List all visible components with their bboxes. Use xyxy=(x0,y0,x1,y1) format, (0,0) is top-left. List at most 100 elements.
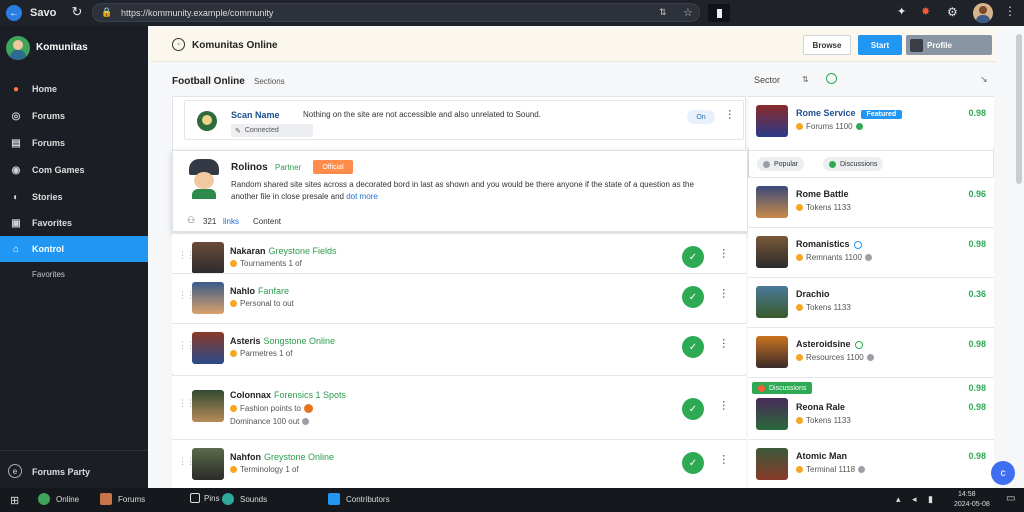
community-icon: ◦ xyxy=(172,38,185,51)
volume-icon[interactable]: ◂ xyxy=(912,494,917,505)
menu-icon[interactable]: ⋮ xyxy=(1004,4,1016,18)
kebab-icon[interactable]: ... xyxy=(720,338,735,349)
sidebar-item-forums[interactable]: ◎ Forums xyxy=(0,103,148,129)
bookmark-icon[interactable] xyxy=(708,4,730,22)
check-icon[interactable]: ✓ xyxy=(682,286,704,308)
kebab-icon[interactable]: ... xyxy=(720,454,735,465)
scrollbar[interactable] xyxy=(1016,34,1022,184)
coin-icon xyxy=(796,466,803,474)
clock-time: 14:58 xyxy=(958,491,976,498)
sidebar-item-forums-list[interactable]: ▤ Forums xyxy=(0,130,148,156)
taskbar-label: Sounds xyxy=(240,494,268,504)
right-list-item[interactable]: Atomic Man Terminal 1118 0.98 xyxy=(748,439,994,488)
sidebar: Komunitas ● Home ◎ Forums ▤ Forums ◉ Com Gam… xyxy=(0,26,148,488)
back-icon[interactable]: ← xyxy=(6,5,22,21)
row-name[interactable]: Nahlo xyxy=(230,286,255,296)
sidebar-item-favorites[interactable]: ▣ Favorites xyxy=(0,210,148,236)
right-item-sub: Tokens 1133 xyxy=(806,303,851,312)
notification-center-icon[interactable]: ▭ xyxy=(1006,493,1015,504)
taskbar-item[interactable]: Sounds xyxy=(222,493,267,505)
sidebar-item-kontrol[interactable]: ⌂ Kontrol xyxy=(0,236,148,262)
sidebar-item-home[interactable]: ● Home xyxy=(0,76,148,102)
right-item-value: 0.98 xyxy=(968,108,986,118)
popup-text: Random shared site sites across a decora… xyxy=(231,179,741,191)
right-list-item[interactable]: Asteroidsine Resources 1100 0.98 xyxy=(748,327,994,377)
refresh-icon[interactable]: ↻ xyxy=(69,4,85,20)
collapse-icon[interactable]: ↘ xyxy=(980,74,988,85)
divider xyxy=(0,450,148,451)
coin-icon xyxy=(796,254,803,262)
profile-button[interactable]: Profile xyxy=(906,35,992,55)
extensions-icon[interactable]: ✦ xyxy=(897,5,906,18)
list-item[interactable]: ⋮⋮ Colonnax Forensics 1 Spots Fashion poi… xyxy=(172,375,746,439)
row-name[interactable]: Nahfon xyxy=(230,452,261,462)
settings-icon[interactable]: ⚙ xyxy=(947,5,958,19)
taskbar-item[interactable]: Forums xyxy=(100,493,145,505)
right-list-item[interactable]: Romanistics Remnants 1100 0.98 xyxy=(748,227,994,277)
taskbar-item[interactable]: Pins xyxy=(190,493,220,503)
popup-text-second: another file in close presale and xyxy=(231,192,344,201)
app-icon xyxy=(328,493,340,505)
right-list-item[interactable]: Discussions 0.98 Reona Rale Tokens 1133 … xyxy=(748,377,994,439)
composer-kebab-icon[interactable]: ... xyxy=(726,109,741,120)
sidebar-subitem[interactable]: Favorites xyxy=(32,270,65,279)
right-list-item[interactable]: Rome Service Featured Forums 1100 0.98 xyxy=(748,97,994,147)
list-item[interactable]: ⋮⋮ Asteris Songstone Online Parmetres 1 o… xyxy=(172,323,746,373)
right-item-value: 0.98 xyxy=(968,339,986,349)
notification-icon[interactable]: ✸ xyxy=(921,5,930,18)
right-item-name[interactable]: Romanistics xyxy=(796,239,850,249)
chat-fab-icon[interactable]: c xyxy=(991,461,1015,485)
row-name[interactable]: Nakaran xyxy=(230,246,266,256)
section-title: Football Online xyxy=(172,76,245,87)
sidebar-item-games[interactable]: ◉ Com Games xyxy=(0,157,148,183)
sidebar-item-stories[interactable]: ◐ Stories xyxy=(0,184,148,210)
kebab-icon[interactable]: ... xyxy=(720,288,735,299)
list-item[interactable]: ⋮⋮ Nahfon Greystone Online Terminology 1 … xyxy=(172,439,746,488)
right-item-name[interactable]: Drachio xyxy=(796,289,830,299)
kebab-icon[interactable]: ... xyxy=(720,400,735,411)
star-icon[interactable]: ☆ xyxy=(683,6,693,19)
taskbar-item[interactable]: Online xyxy=(38,493,79,505)
start-button[interactable]: Start xyxy=(858,35,902,55)
refresh-green-icon[interactable] xyxy=(826,73,837,84)
sort-label: Sector xyxy=(754,75,781,85)
popup-link[interactable]: dot more xyxy=(346,192,378,201)
right-list-item[interactable]: Drachio Tokens 1133 0.36 xyxy=(748,277,994,327)
composer[interactable]: Scan Name Nothing on the site are not ac… xyxy=(184,100,744,140)
row-name[interactable]: Asteris xyxy=(230,336,261,346)
user-avatar[interactable] xyxy=(973,3,993,23)
battery-icon[interactable]: ▮ xyxy=(928,494,933,505)
composer-toggle[interactable]: On xyxy=(687,110,715,124)
sidebar-footer-label[interactable]: Forums Party xyxy=(32,467,90,477)
list-item[interactable]: ⋮⋮ Nahlo Fanfare Personal to out ✓ ... xyxy=(172,273,746,323)
composer-chip[interactable]: ✎ Connected xyxy=(231,124,313,137)
taskbar-item[interactable]: Contributors xyxy=(328,493,390,505)
discussions-chip[interactable]: Discussions xyxy=(752,382,813,394)
share-icon[interactable]: ⇅ xyxy=(659,7,667,18)
right-item-name[interactable]: Asteroidsine xyxy=(796,339,851,349)
chip-discussions[interactable]: Discussions xyxy=(823,157,884,171)
start-menu-icon[interactable]: ⊞ xyxy=(10,494,19,507)
kebab-icon[interactable]: ... xyxy=(720,248,735,259)
right-item-name[interactable]: Reona Rale xyxy=(796,402,845,412)
check-icon[interactable]: ✓ xyxy=(682,336,704,358)
taskbar-label: Forums xyxy=(118,494,146,504)
browse-button[interactable]: Browse xyxy=(803,35,851,55)
right-item-name[interactable]: Rome Service xyxy=(796,108,856,118)
network-icon[interactable]: ▴ xyxy=(896,494,901,505)
sort-arrows-icon[interactable]: ⇅ xyxy=(802,75,809,84)
url-text[interactable]: https://kommunity.example/community xyxy=(121,8,273,18)
help-icon[interactable]: e xyxy=(8,464,22,478)
check-icon[interactable]: ✓ xyxy=(682,452,704,474)
right-list-item[interactable]: Rome Battle Tokens 1133 0.96 xyxy=(748,177,994,227)
row-name[interactable]: Colonnax xyxy=(230,390,271,400)
row-tag: Greystone Online xyxy=(264,452,335,462)
right-item-name[interactable]: Atomic Man xyxy=(796,451,847,461)
right-item-name[interactable]: Rome Battle xyxy=(796,189,849,199)
check-icon[interactable]: ✓ xyxy=(682,246,704,268)
chip-popular[interactable]: Popular xyxy=(757,157,805,171)
address-bar[interactable]: 🔒 https://kommunity.example/community ⇅ … xyxy=(92,3,700,22)
row-sub: Fashion points to xyxy=(240,404,301,413)
check-icon[interactable]: ✓ xyxy=(682,398,704,420)
popup-footer-link[interactable]: links xyxy=(223,217,239,226)
